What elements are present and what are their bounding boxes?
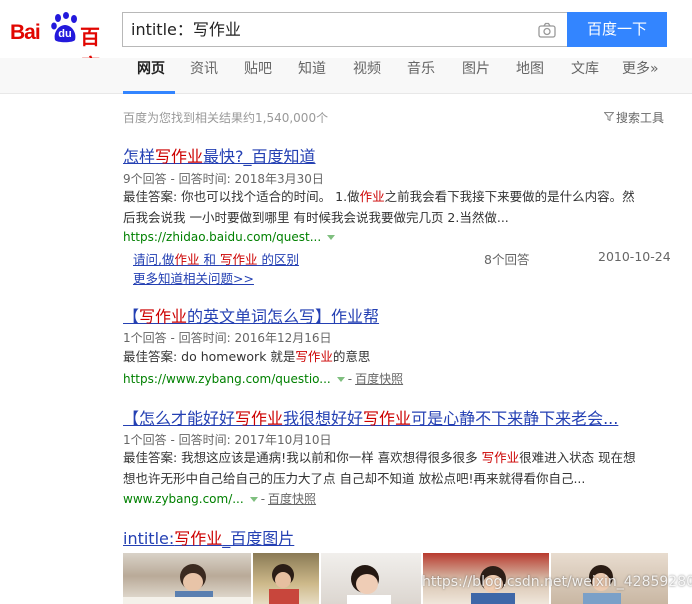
- dropdown-arrow-icon[interactable]: [327, 235, 336, 240]
- related-question-link[interactable]: 请问,做作业 和 写作业 的区别: [133, 249, 299, 268]
- related-question-date: 2010-10-24: [598, 249, 671, 264]
- image-thumbnail-2[interactable]: [253, 553, 319, 604]
- logo-text-bai: Bai: [10, 21, 41, 44]
- result-abstract-2: 最佳答案: do homework 就是写作业的意思: [123, 349, 371, 364]
- tab-web[interactable]: 网页: [137, 58, 165, 94]
- child-desk-image: [269, 564, 299, 604]
- tab-music[interactable]: 音乐: [407, 58, 435, 94]
- result-meta-3: 1个回答 - 回答时间: 2017年10月10日: [123, 433, 332, 447]
- result-url-1[interactable]: https://zhidao.baidu.com/quest...: [123, 230, 336, 244]
- result-meta-1: 9个回答 - 回答时间: 2018年3月30日: [123, 172, 324, 186]
- camera-icon[interactable]: [538, 22, 556, 38]
- dropdown-arrow-icon[interactable]: [249, 497, 258, 502]
- tab-map[interactable]: 地图: [516, 58, 544, 94]
- result-abstract-1: 最佳答案: 你也可以找个适合的时间。 1.做作业之前我会看下我接下来要做的是什么…: [123, 189, 635, 225]
- tab-wenku[interactable]: 文库: [571, 58, 599, 94]
- active-tab-indicator: [123, 91, 175, 94]
- more-zhidao-link[interactable]: 更多知道相关问题>>: [133, 268, 254, 287]
- snapshot-link[interactable]: 百度快照: [355, 372, 403, 386]
- image-thumbnail-1[interactable]: [123, 553, 251, 604]
- search-tools-button[interactable]: 搜索工具: [616, 109, 664, 126]
- nav-tabs: 网页 资讯 贴吧 知道 视频 音乐 图片 地图 文库 更多»: [0, 58, 692, 94]
- csdn-watermark: https://blog.csdn.net/weixin_42859280: [422, 574, 692, 590]
- search-button[interactable]: 百度一下: [567, 12, 667, 47]
- result-title-2[interactable]: 【写作业的英文单词怎么写】作业帮: [123, 303, 379, 327]
- related-question-answer-count: 8个回答: [484, 252, 530, 267]
- result-count: 百度为您找到相关结果约1,540,000个: [123, 111, 329, 125]
- result-title-1[interactable]: 怎样写作业最快?_百度知道: [123, 143, 316, 167]
- header: Bai du 百度 百度一下: [0, 0, 692, 78]
- search-input[interactable]: [131, 13, 531, 46]
- image-result-title[interactable]: intitle:写作业_百度图片: [123, 525, 294, 549]
- result-url-2[interactable]: https://www.zybang.com/questio... - 百度快照: [123, 370, 403, 387]
- logo-text-du: du: [58, 28, 72, 40]
- tab-tieba[interactable]: 贴吧: [244, 58, 272, 94]
- result-meta-2: 1个回答 - 回答时间: 2016年12月16日: [123, 331, 332, 345]
- result-abstract-3: 最佳答案: 我想这应该是通病!我以前和你一样 喜欢想得很多很多 写作业很难进入状…: [123, 450, 636, 486]
- tab-news[interactable]: 资讯: [190, 58, 218, 94]
- snapshot-link[interactable]: 百度快照: [268, 492, 316, 506]
- image-thumbnail-3[interactable]: [321, 553, 421, 604]
- child-writing-image: [123, 564, 251, 604]
- baidu-logo[interactable]: Bai du 百度: [10, 10, 114, 78]
- result-title-3[interactable]: 【怎么才能好好写作业我很想好好写作业可是心静不下来静下来老会...: [123, 405, 618, 429]
- tab-images[interactable]: 图片: [462, 58, 490, 94]
- search-box[interactable]: [122, 12, 568, 47]
- dropdown-arrow-icon[interactable]: [336, 377, 345, 382]
- tab-zhidao[interactable]: 知道: [298, 58, 326, 94]
- tab-more[interactable]: 更多»: [622, 58, 659, 94]
- student-portrait-image: [347, 565, 391, 604]
- tab-video[interactable]: 视频: [353, 58, 381, 94]
- result-url-3[interactable]: www.zybang.com/... - 百度快照: [123, 490, 316, 507]
- filter-icon[interactable]: [604, 112, 614, 121]
